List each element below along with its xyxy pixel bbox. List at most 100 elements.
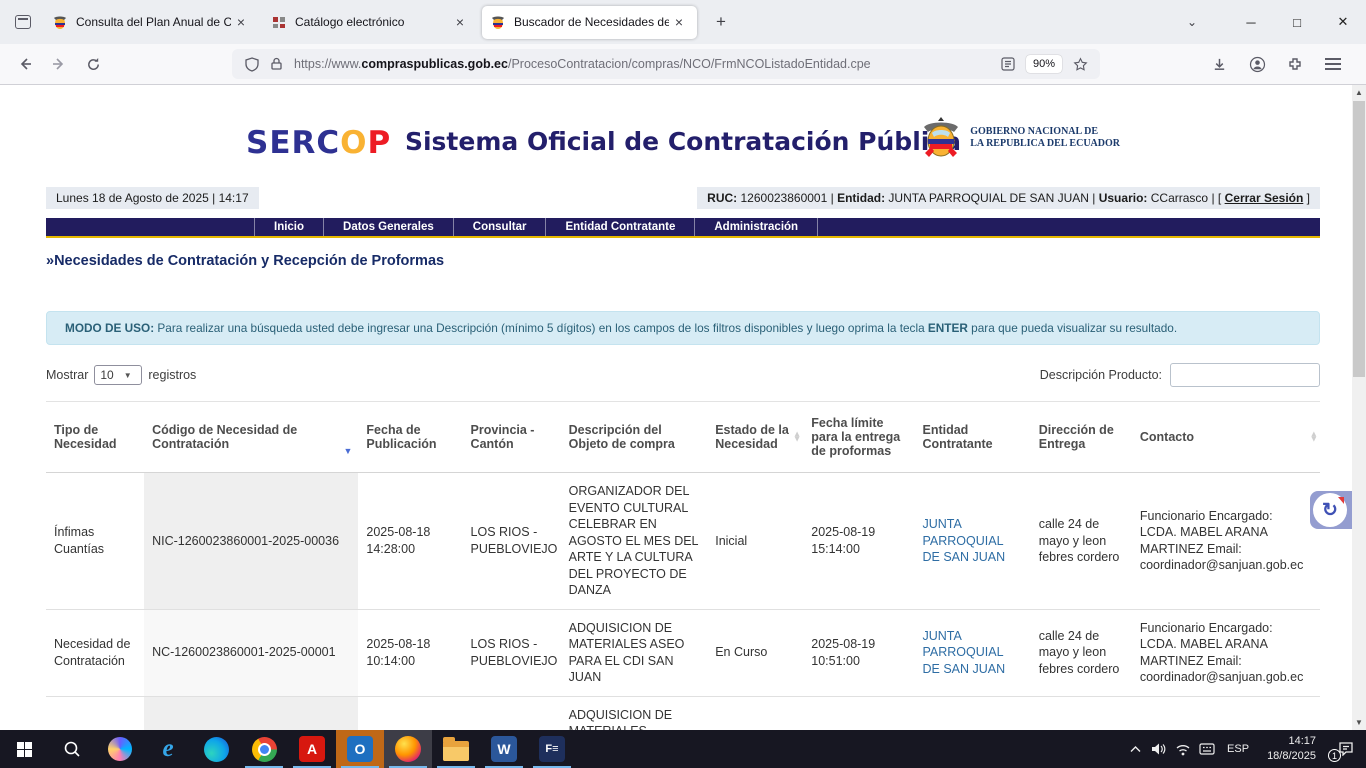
bracket: ] [1307, 191, 1310, 205]
touch-keyboard-icon[interactable] [1195, 730, 1219, 768]
tab-close-icon[interactable]: × [231, 12, 251, 32]
lock-icon[interactable] [264, 52, 288, 76]
taskbar-chrome-button[interactable] [240, 730, 288, 768]
volume-icon[interactable] [1147, 730, 1171, 768]
forward-icon[interactable] [44, 49, 74, 79]
cell-fecha-publicacion: 2025-08-15 10:20:00 [358, 696, 462, 730]
zoom-level-badge[interactable]: 90% [1026, 55, 1062, 73]
list-all-tabs-icon[interactable]: ⌄ [1178, 8, 1206, 36]
taskbar-f-app-button[interactable]: F≡ [528, 730, 576, 768]
tray-chevron-up-icon[interactable] [1123, 730, 1147, 768]
table-row: Ínfimas Cuantías NIC-1260023860001-2025-… [46, 696, 1320, 730]
catalog-favicon [271, 14, 287, 30]
cell-fecha-publicacion: 2025-08-18 10:14:00 [358, 609, 462, 696]
account-icon[interactable] [1242, 49, 1272, 79]
col-fecha-publicacion[interactable]: Fecha de Publicación [358, 402, 462, 473]
show-entries-select[interactable]: 10▼ [94, 365, 142, 385]
maximize-button[interactable]: □ [1274, 0, 1320, 44]
descripcion-producto-input[interactable] [1170, 363, 1320, 387]
sort-desc-icon: ▼ [343, 446, 352, 456]
col-direccion-entrega[interactable]: Dirección de Entrega [1031, 402, 1132, 473]
site-header: SERCOP Sistema Oficial de Contratación P… [46, 107, 1320, 179]
tab-title: Consulta del Plan Anual de Con [76, 15, 231, 29]
entidad-value: JUNTA PARROQUIAL DE SAN JUAN [888, 191, 1088, 205]
nav-item-consultar[interactable]: Consultar [453, 218, 546, 236]
taskbar-search-button[interactable] [48, 730, 96, 768]
cell-fecha-limite: 2025-08-18 10:54:00 [803, 696, 914, 730]
col-estado-necesidad[interactable]: Estado de la Necesidad▲▼ [707, 402, 803, 473]
downloads-icon[interactable] [1204, 49, 1234, 79]
col-entidad-contratante[interactable]: Entidad Contratante [914, 402, 1030, 473]
tab-close-icon[interactable]: × [669, 12, 689, 32]
browser-tab-3-active[interactable]: Buscador de Necesidades de Co × [482, 6, 697, 39]
taskbar-edge-button[interactable] [192, 730, 240, 768]
cell-fecha-limite: 2025-08-19 15:14:00 [803, 473, 914, 610]
firefox-icon [395, 736, 421, 762]
show-entries-label: Mostrar [46, 368, 88, 382]
browser-tab-2[interactable]: Catálogo electrónico × [263, 6, 478, 39]
page-title: »Necesidades de Contratación y Recepción… [46, 253, 1320, 269]
minimize-button[interactable]: ─ [1228, 0, 1274, 44]
cell-codigo: NIC-1260023860001-2025-00035 [144, 696, 358, 730]
page-scrollbar[interactable]: ▲ ▼ [1352, 85, 1366, 730]
tray-clock[interactable]: 14:17 18/8/2025 [1257, 734, 1326, 764]
extensions-icon[interactable] [1280, 49, 1310, 79]
taskbar-copilot-button[interactable] [96, 730, 144, 768]
nav-item-administracion[interactable]: Administración [694, 218, 818, 236]
taskbar-file-explorer-button[interactable] [432, 730, 480, 768]
cell-direccion: calle 24 de mayo y leon febres cordero [1031, 473, 1132, 610]
col-provincia-canton[interactable]: Provincia - Cantón [463, 402, 561, 473]
entidad-link[interactable]: JUNTA PARROQUIAL DE SAN JUAN [922, 517, 1005, 564]
url-bar[interactable]: https://www.compraspublicas.gob.ec/Proce… [232, 49, 1100, 79]
logout-link[interactable]: Cerrar Sesión [1225, 191, 1304, 205]
language-indicator[interactable]: ESP [1219, 743, 1257, 755]
cell-direccion: calle 24 de mayo y leon febres cordero [1031, 609, 1132, 696]
shield-icon[interactable] [240, 52, 264, 76]
usuario-label: Usuario: [1099, 191, 1148, 205]
scroll-up-icon[interactable]: ▲ [1352, 85, 1366, 100]
close-button[interactable]: ✕ [1320, 0, 1366, 44]
cell-fecha-limite: 2025-08-19 10:51:00 [803, 609, 914, 696]
nav-item-datos-generales[interactable]: Datos Generales [323, 218, 453, 236]
col-codigo-necesidad[interactable]: Código de Necesidad de Contratación▼ [144, 402, 358, 473]
entidad-link[interactable]: JUNTA PARROQUIAL DE SAN JUAN [922, 629, 1005, 676]
start-button[interactable] [0, 730, 48, 768]
clock-refresh-icon: ↻ [1313, 493, 1347, 527]
network-icon[interactable] [1171, 730, 1195, 768]
cell-contacto: Funcionario Encargado: LCDA. MABEL ARANA… [1132, 609, 1320, 696]
back-icon[interactable] [10, 49, 40, 79]
browser-tab-1[interactable]: Consulta del Plan Anual de Con × [44, 6, 259, 39]
notification-badge: 1 [1328, 749, 1341, 762]
bookmark-star-icon[interactable] [1068, 52, 1092, 76]
cell-descripcion: ADQUISICION DE MATERIALES FUNGIBLE PARA … [561, 696, 708, 730]
accessibility-widget-button[interactable]: ↻ [1310, 491, 1352, 529]
firefox-view-icon[interactable] [8, 7, 38, 37]
taskbar-internet-explorer-button[interactable]: e [144, 730, 192, 768]
scroll-down-icon[interactable]: ▼ [1352, 715, 1366, 730]
notification-center-button[interactable]: 1 [1326, 730, 1366, 768]
reader-mode-icon[interactable] [996, 52, 1020, 76]
new-tab-button[interactable]: + [707, 8, 735, 36]
copilot-icon [108, 737, 132, 761]
col-fecha-limite[interactable]: Fecha límite para la entrega de proforma… [803, 402, 914, 473]
tab-close-icon[interactable]: × [450, 12, 470, 32]
filter-label: Descripción Producto: [1040, 368, 1162, 382]
nav-item-inicio[interactable]: Inicio [254, 218, 323, 236]
nav-item-entidad-contratante[interactable]: Entidad Contratante [545, 218, 694, 236]
usage-info-box: MODO DE USO: Para realizar una búsqueda … [46, 311, 1320, 345]
taskbar-firefox-button[interactable] [384, 730, 432, 768]
tray-time: 14:17 [1267, 734, 1316, 749]
taskbar-outlook-button[interactable]: O [336, 730, 384, 768]
taskbar-acrobat-button[interactable]: A [288, 730, 336, 768]
taskbar-word-button[interactable]: W [480, 730, 528, 768]
cell-provincia: LOS RIOS - PUEBLOVIEJO [463, 473, 561, 610]
scrollbar-thumb[interactable] [1353, 101, 1365, 377]
usuario-value: CCarrasco [1151, 191, 1208, 205]
menu-hamburger-icon[interactable] [1318, 49, 1348, 79]
acrobat-icon: A [299, 736, 325, 762]
col-descripcion-objeto[interactable]: Descripción del Objeto de compra [561, 402, 708, 473]
page-viewport: ▲ ▼ ↻ SERCOP Sistema Oficial de Contrata… [0, 85, 1366, 730]
col-tipo-necesidad[interactable]: Tipo de Necesidad [46, 402, 144, 473]
col-contacto[interactable]: Contacto▲▼ [1132, 402, 1320, 473]
reload-icon[interactable] [78, 49, 108, 79]
